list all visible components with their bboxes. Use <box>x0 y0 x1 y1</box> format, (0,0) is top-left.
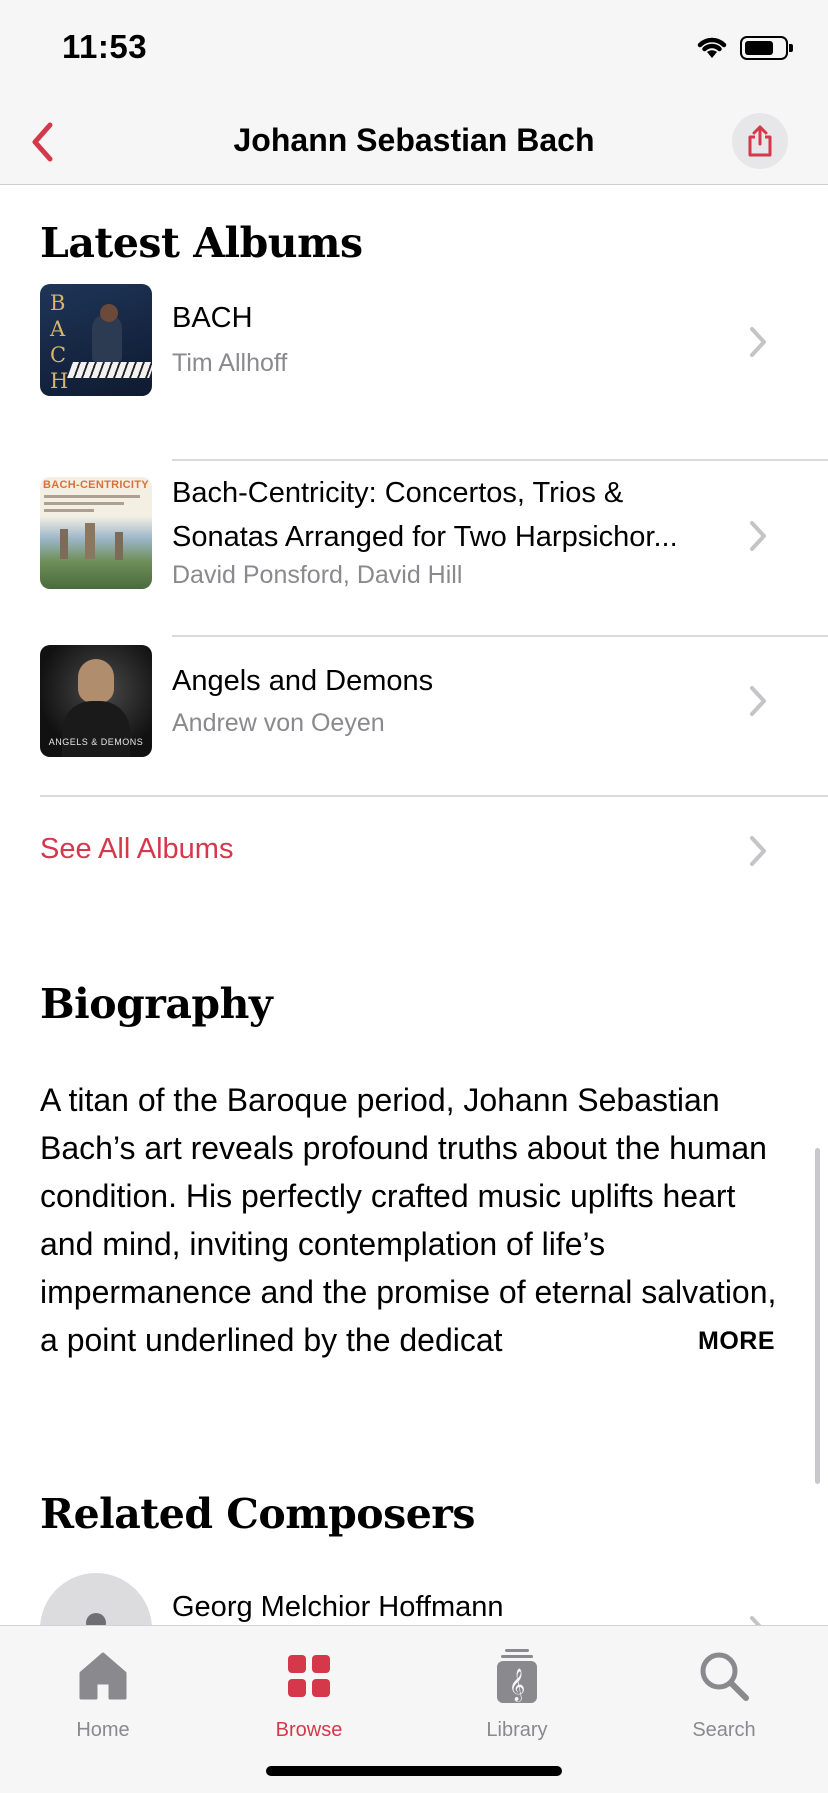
tab-search[interactable]: Search <box>644 1636 804 1742</box>
album-row-bach-centricity[interactable]: BACH-CENTRICITY Bach-Centricity: Concert… <box>0 461 828 636</box>
library-icon: 𝄞 <box>497 1649 537 1703</box>
navigation-bar: Johann Sebastian Bach <box>0 100 828 185</box>
home-indicator[interactable] <box>266 1766 562 1776</box>
magnifying-glass-icon <box>700 1652 749 1701</box>
chevron-right-icon <box>750 686 766 716</box>
battery-icon <box>740 36 793 60</box>
tab-label: Browse <box>275 1719 343 1741</box>
chevron-right-icon <box>750 836 766 866</box>
grid-icon <box>288 1655 330 1697</box>
chevron-right-icon <box>750 521 766 551</box>
tab-label: Search <box>692 1719 756 1741</box>
latest-albums-heading: Latest Albums <box>40 219 363 267</box>
album-artist: Tim Allhoff <box>172 349 288 377</box>
album-art: B A C H <box>40 284 152 396</box>
status-time: 11:53 <box>62 28 148 65</box>
scroll-content[interactable]: Latest Albums B A C H BACH Tim Allhoff B… <box>0 185 828 1625</box>
tab-label: Home <box>76 1719 130 1741</box>
album-artist: Andrew von Oeyen <box>172 709 385 737</box>
album-artist: David Ponsford, David Hill <box>172 561 463 589</box>
house-icon <box>79 1652 127 1700</box>
album-row-bach[interactable]: B A C H BACH Tim Allhoff <box>0 284 828 414</box>
scroll-indicator[interactable] <box>815 1148 820 1484</box>
share-button[interactable] <box>732 113 788 169</box>
composer-row[interactable]: Georg Melchior Hoffmann <box>0 1573 828 1625</box>
see-all-albums-row[interactable]: See All Albums <box>0 797 828 903</box>
tab-library[interactable]: 𝄞 Library <box>437 1636 597 1742</box>
status-bar: 11:53 <box>0 0 828 100</box>
share-icon <box>748 125 772 157</box>
related-composers-heading: Related Composers <box>40 1490 476 1538</box>
chevron-right-icon <box>750 327 766 357</box>
tab-browse[interactable]: Browse <box>229 1636 389 1742</box>
tab-label: Library <box>486 1719 548 1741</box>
album-title: Bach-Centricity: Concertos, Trios & Sona… <box>172 477 678 553</box>
album-art: BACH-CENTRICITY <box>40 477 152 589</box>
avatar <box>40 1573 152 1625</box>
wifi-icon <box>697 37 727 58</box>
album-art: ANGELS & DEMONS <box>40 645 152 757</box>
more-button[interactable]: MORE <box>698 1327 775 1356</box>
biography-heading: Biography <box>40 980 273 1028</box>
see-all-albums-link[interactable]: See All Albums <box>40 833 233 866</box>
svg-text:𝄞: 𝄞 <box>509 1668 526 1702</box>
tab-home[interactable]: Home <box>23 1636 183 1742</box>
composer-name: Georg Melchior Hoffmann <box>172 1591 504 1623</box>
album-title: BACH <box>172 302 253 334</box>
album-row-angels-and-demons[interactable]: ANGELS & DEMONS Angels and Demons Andrew… <box>0 637 828 795</box>
chevron-right-icon <box>750 1616 762 1625</box>
album-title: Angels and Demons <box>172 665 434 697</box>
page-title: Johann Sebastian Bach <box>233 122 595 158</box>
